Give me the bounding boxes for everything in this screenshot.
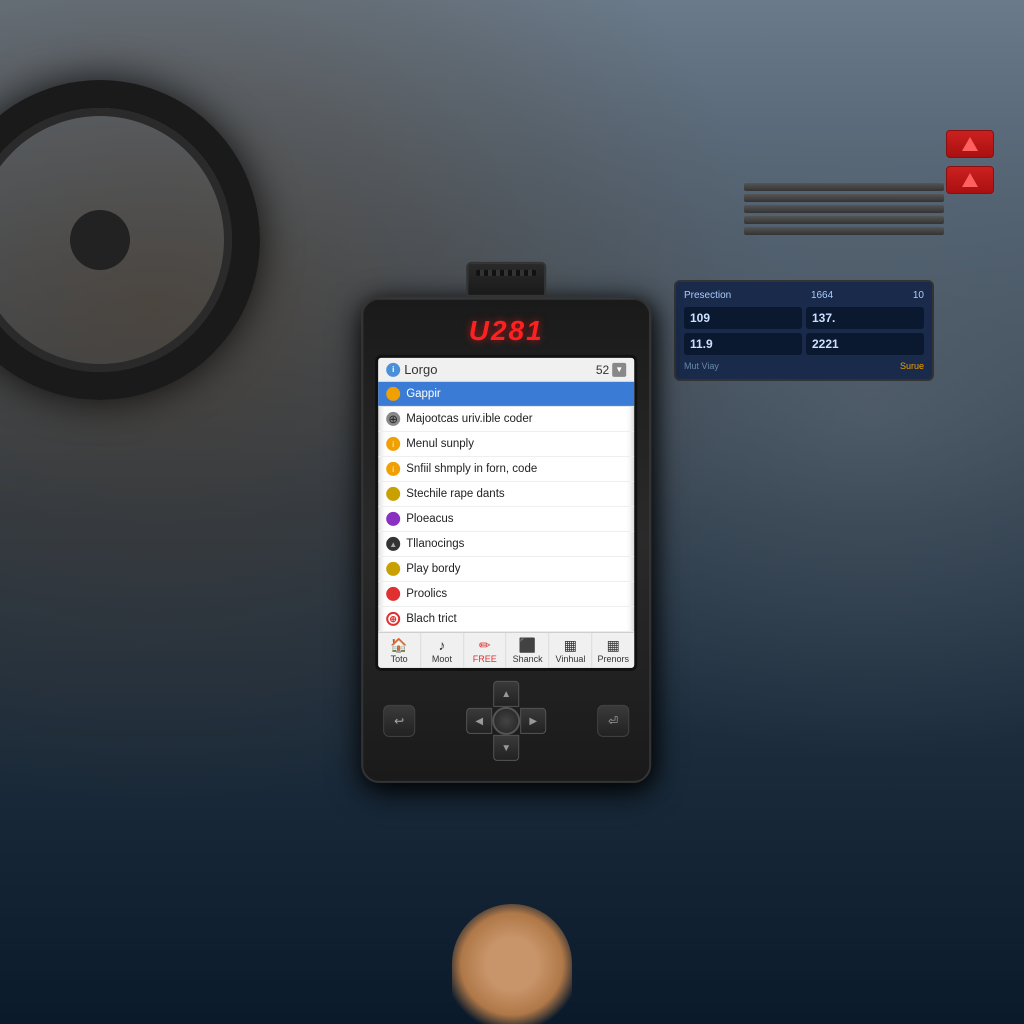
menu-item-5[interactable]: ▲ Tllanocings (378, 532, 634, 557)
dpad-left[interactable]: ◀ (466, 708, 492, 734)
info-grid: 109 137. 11.9 2221 (684, 307, 924, 355)
menu-item-2[interactable]: i Snfiil shmply in forn, code (378, 457, 634, 482)
left-function-btn[interactable]: ↩ (383, 705, 415, 737)
info-value-3: 2221 (812, 337, 918, 351)
menu-item-label-1: Menul sunply (406, 438, 474, 450)
moot-label: Moot (432, 654, 452, 664)
header-info-icon: i (386, 362, 400, 376)
menu-item-label-selected: Gappir (406, 388, 441, 400)
right-function-btn[interactable]: ⏎ (597, 705, 629, 737)
info-label-center: 1664 (811, 290, 833, 301)
item-icon-2: i (386, 462, 400, 476)
item-icon-6 (386, 562, 400, 576)
hand-finger (452, 904, 572, 1024)
obd-connector (466, 262, 546, 297)
item-icon-7 (386, 587, 400, 601)
item-icon-8: ⊕ (386, 612, 400, 626)
menu-item-0[interactable]: ⊕ Majootcas uriv.ible coder (378, 407, 634, 432)
menu-item-label-0: Majootcas uriv.ible coder (406, 413, 532, 425)
dpad-down[interactable]: ▼ (493, 735, 519, 761)
menu-item-selected[interactable]: Gappir (378, 382, 634, 407)
info-label-left: Presection (684, 290, 731, 301)
toolbar-free[interactable]: ✏ FREE (464, 633, 507, 668)
menu-item-label-5: Tllanocings (406, 538, 464, 550)
toolbar-moot[interactable]: ♪ Moot (421, 633, 464, 668)
info-value-0: 109 (690, 311, 796, 325)
menu-item-1[interactable]: i Menul sunply (378, 432, 634, 457)
toto-icon: 🏠 (390, 638, 407, 652)
menu-item-label-2: Snfiil shmply in forn, code (406, 463, 537, 475)
item-icon-4 (386, 512, 400, 526)
menu-item-3[interactable]: Stechile rape dants (378, 482, 634, 507)
info-cell-0: 109 (684, 307, 802, 329)
menu-item-4[interactable]: Ploeacus (378, 507, 634, 532)
menu-item-label-4: Ploeacus (406, 513, 453, 525)
hazard-buttons (946, 130, 994, 194)
dpad-right[interactable]: ▶ (520, 708, 546, 734)
toolbar-shanck[interactable]: ⬛ Shanck (507, 633, 550, 668)
menu-item-6[interactable]: Play bordy (378, 557, 634, 582)
header-logo-label: Lorgo (404, 362, 437, 377)
toto-label: Toto (391, 654, 408, 664)
screen-toolbar: 🏠 Toto ♪ Moot ✏ FREE ⬛ Shanck ▦ Vinhu (378, 632, 634, 668)
info-value-2: 11.9 (690, 337, 796, 351)
device-logo: U281 (375, 311, 637, 355)
moot-icon: ♪ (438, 638, 445, 652)
menu-list: Gappir ⊕ Majootcas uriv.ible coder i Men… (378, 382, 634, 632)
info-header: Presection 1664 10 (684, 290, 924, 301)
item-icon-0: ⊕ (386, 412, 400, 426)
header-count: 52 (596, 362, 609, 376)
vinhual-label: Vinhual (555, 654, 585, 664)
item-icon-gappir (386, 387, 400, 401)
toolbar-toto[interactable]: 🏠 Toto (378, 633, 421, 668)
item-icon-1: i (386, 437, 400, 451)
menu-item-label-3: Stechile rape dants (406, 488, 504, 500)
hazard-btn-top[interactable] (946, 130, 994, 158)
hazard-btn-bottom[interactable] (946, 166, 994, 194)
menu-item-8[interactable]: ⊕ Blach trict (378, 607, 634, 632)
shanck-icon: ⬛ (519, 638, 536, 652)
obd-scanner-device: U281 i Lorgo 52 ▼ Gappi (361, 262, 651, 783)
screen-header: i Lorgo 52 ▼ (378, 358, 634, 382)
info-value-1: 137. (812, 311, 918, 325)
infotainment-screen: Presection 1664 10 109 137. 11.9 2221 Mu… (674, 280, 934, 381)
prenors-icon: ▦ (607, 638, 620, 652)
air-vents (744, 180, 944, 238)
menu-item-label-7: Proolics (406, 588, 447, 600)
toolbar-vinhual[interactable]: ▦ Vinhual (550, 633, 593, 668)
item-icon-5: ▲ (386, 537, 400, 551)
screen-header-left: i Lorgo (386, 362, 437, 377)
info-cell-2: 11.9 (684, 333, 802, 355)
shanck-label: Shanck (513, 654, 543, 664)
dropdown-button[interactable]: ▼ (612, 362, 626, 376)
device-screen: i Lorgo 52 ▼ Gappir ⊕ Majootcas (375, 355, 637, 671)
screen-header-right: 52 ▼ (596, 362, 626, 376)
menu-item-label-6: Play bordy (406, 563, 460, 575)
info-bottom-right: Surue (900, 361, 924, 371)
info-label-right: 10 (913, 290, 924, 301)
free-label: FREE (473, 654, 497, 664)
prenors-label: Prenors (597, 654, 629, 664)
dpad-up[interactable]: ▲ (493, 681, 519, 707)
device-body: U281 i Lorgo 52 ▼ Gappi (361, 297, 651, 783)
info-cell-3: 2221 (806, 333, 924, 355)
info-cell-1: 137. (806, 307, 924, 329)
vinhual-icon: ▦ (564, 638, 577, 652)
dpad-controller: ▲ ◀ ▶ ▼ (466, 681, 546, 761)
menu-item-label-8: Blach trict (406, 613, 457, 625)
device-lower: ↩ ▲ ◀ ▶ ▼ ⏎ (375, 671, 637, 769)
item-icon-3 (386, 487, 400, 501)
free-icon: ✏ (479, 638, 491, 652)
dpad-center[interactable] (492, 707, 520, 735)
info-bottom-left: Mut Viay (684, 361, 719, 371)
toolbar-prenors[interactable]: ▦ Prenors (592, 633, 634, 668)
menu-item-7[interactable]: Proolics (378, 582, 634, 607)
